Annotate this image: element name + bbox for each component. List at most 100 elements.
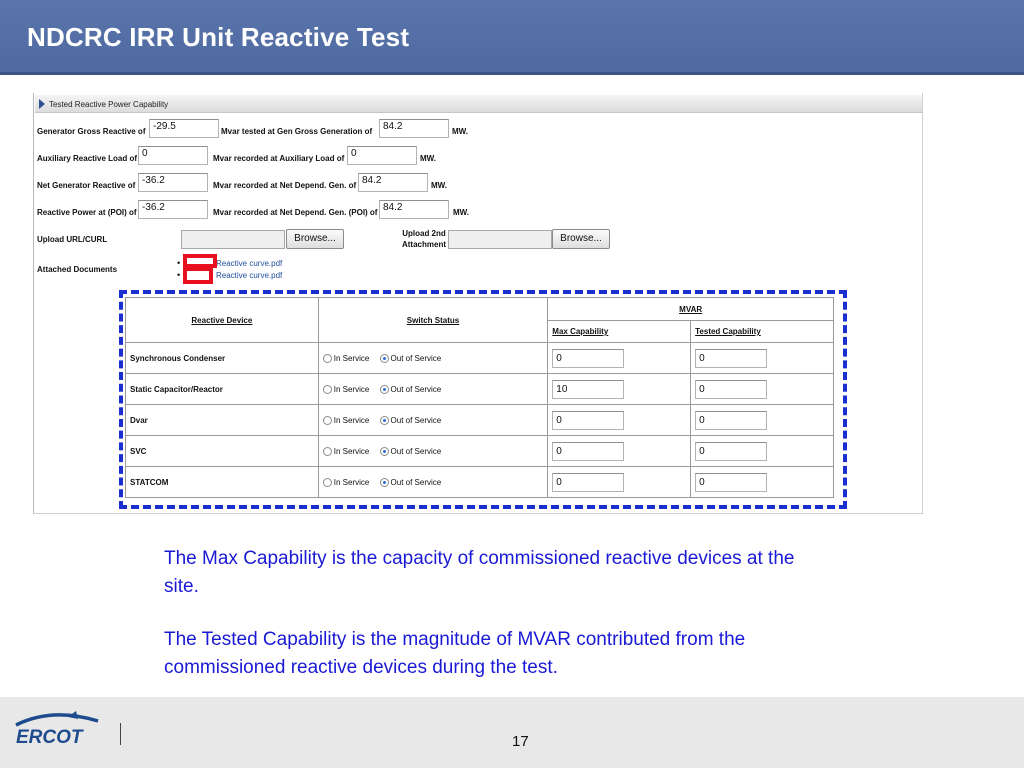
in-service-label: In Service [333, 353, 370, 363]
table-row: Static Capacitor/Reactor In Service Out … [125, 373, 834, 405]
generator-gross-label: Generator Gross Reactive of [37, 127, 146, 136]
upload-file-path-field[interactable] [181, 230, 285, 249]
tested-capability-input[interactable]: 0 [695, 348, 768, 368]
slide-header: NDCRC IRR Unit Reactive Test [0, 0, 1024, 75]
generator-gross-reactive-input[interactable]: -29.5 [149, 119, 219, 138]
table-row: Synchronous Condenser In Service Out of … [125, 342, 834, 374]
mw-unit-label: MW. [431, 181, 447, 190]
ercot-logo-text: ERCOT [16, 727, 84, 748]
in-service-radio[interactable] [322, 353, 332, 363]
net-generator-reactive-input[interactable]: -36.2 [138, 173, 208, 192]
browse-button[interactable]: Browse... [286, 229, 344, 249]
attached-document-link[interactable]: Reactive curve.pdf [216, 259, 282, 268]
slide-title: NDCRC IRR Unit Reactive Test [27, 22, 410, 52]
footer-divider [120, 723, 121, 745]
highlight-callout-box [183, 254, 217, 268]
switch-status-cell: In Service Out of Service [317, 435, 549, 467]
tested-capability-cell: 0 [690, 342, 834, 374]
out-of-service-label: Out of Service [390, 415, 442, 425]
switch-status-cell: In Service Out of Service [317, 373, 549, 405]
browse-2nd-button[interactable]: Browse... [552, 229, 610, 249]
bullet-icon: • [177, 270, 181, 280]
expand-arrow-icon[interactable] [39, 99, 45, 109]
max-capability-input[interactable]: 0 [552, 441, 625, 461]
in-service-radio[interactable] [322, 446, 332, 456]
tested-capability-cell: 0 [690, 435, 834, 467]
form-row-generator-gross: Generator Gross Reactive of -29.5 Mvar t… [34, 119, 922, 141]
device-name: Dvar [125, 404, 319, 436]
attached-documents-label: Attached Documents [37, 265, 118, 274]
tested-capability-input[interactable]: 0 [695, 379, 768, 399]
gen-gross-generation-input[interactable]: 84.2 [379, 119, 449, 138]
auxiliary-reactive-input[interactable]: 0 [138, 146, 208, 165]
form-row-net-generator: Net Generator Reactive of -36.2 Mvar rec… [34, 173, 922, 195]
in-service-label: In Service [333, 384, 370, 394]
explanation-tested-capability: The Tested Capability is the magnitude o… [164, 629, 746, 678]
upload-2nd-file-path-field[interactable] [448, 230, 552, 249]
out-of-service-label: Out of Service [390, 353, 442, 363]
max-capability-input[interactable]: 0 [552, 472, 625, 492]
auxiliary-load-input[interactable]: 0 [347, 146, 417, 165]
reactive-device-header: Reactive Device [125, 297, 319, 343]
page-number: 17 [512, 733, 529, 750]
table-row: SVC In Service Out of Service 0 0 [125, 435, 834, 467]
tested-capability-cell: 0 [690, 466, 834, 498]
auxiliary-reactive-label: Auxiliary Reactive Load of [37, 154, 138, 163]
ercot-logo: ERCOT [15, 711, 99, 748]
out-of-service-label: Out of Service [390, 477, 442, 487]
max-capability-input[interactable]: 0 [552, 410, 625, 430]
section-header[interactable]: Tested Reactive Power Capability [35, 95, 922, 113]
in-service-label: In Service [333, 477, 370, 487]
in-service-radio[interactable] [322, 477, 332, 487]
table-row: STATCOM In Service Out of Service 0 0 [125, 466, 834, 498]
out-of-service-radio[interactable] [379, 477, 389, 487]
tested-capability-input[interactable]: 0 [695, 441, 768, 461]
tested-capability-cell: 0 [690, 404, 834, 436]
device-name: Synchronous Condenser [125, 342, 319, 374]
out-of-service-radio[interactable] [379, 446, 389, 456]
net-depend-gen-label: Mvar recorded at Net Depend. Gen. of [213, 181, 357, 190]
max-capability-cell: 0 [547, 342, 692, 374]
max-capability-cell: 10 [547, 373, 692, 405]
section-title: Tested Reactive Power Capability [49, 100, 169, 109]
max-capability-input[interactable]: 0 [552, 348, 625, 368]
slide-footer: ERCOT 17 [0, 697, 1024, 768]
table-header-row: Reactive Device Switch Status MVAR [125, 297, 834, 343]
out-of-service-radio[interactable] [379, 384, 389, 394]
reactive-device-table: Reactive Device Switch Status MVAR Max C… [125, 297, 834, 498]
net-depend-gen-input[interactable]: 84.2 [358, 173, 428, 192]
max-capability-input[interactable]: 10 [552, 379, 625, 399]
device-name: SVC [125, 435, 319, 467]
net-generator-reactive-label: Net Generator Reactive of [37, 181, 136, 190]
out-of-service-radio[interactable] [379, 353, 389, 363]
gen-gross-generation-label: Mvar tested at Gen Gross Generation of [221, 127, 373, 136]
net-depend-gen-poi-input[interactable]: 84.2 [379, 200, 449, 219]
tested-capability-input[interactable]: 0 [695, 410, 768, 430]
mw-unit-label: MW. [420, 154, 436, 163]
reactive-power-poi-input[interactable]: -36.2 [138, 200, 208, 219]
in-service-radio[interactable] [322, 384, 332, 394]
in-service-label: In Service [333, 446, 370, 456]
form-row-reactive-poi: Reactive Power at (POI) of -36.2 Mvar re… [34, 200, 922, 222]
tested-capability-cell: 0 [690, 373, 834, 405]
form-row-auxiliary: Auxiliary Reactive Load of 0 Mvar record… [34, 146, 922, 168]
out-of-service-radio[interactable] [379, 415, 389, 425]
net-depend-gen-poi-label: Mvar recorded at Net Depend. Gen. (POI) … [213, 208, 378, 217]
form-row-upload: Upload URL/CURL Browse... Upload 2nd Att… [34, 228, 922, 254]
switch-status-cell: In Service Out of Service [317, 342, 549, 374]
bullet-icon: • [177, 258, 181, 268]
table-row: Dvar In Service Out of Service 0 0 [125, 404, 834, 436]
mw-unit-label: MW. [452, 127, 468, 136]
upload-2nd-label-line1: Upload 2nd [402, 229, 446, 238]
max-capability-cell: 0 [547, 466, 692, 498]
tested-capability-input[interactable]: 0 [695, 472, 768, 492]
mw-unit-label: MW. [453, 208, 469, 217]
switch-status-cell: In Service Out of Service [317, 466, 549, 498]
out-of-service-label: Out of Service [390, 446, 442, 456]
attached-document-link[interactable]: Reactive curve.pdf [216, 271, 282, 280]
in-service-radio[interactable] [322, 415, 332, 425]
switch-status-header: Switch Status [317, 297, 549, 343]
auxiliary-load-label: Mvar recorded at Auxiliary Load of [213, 154, 345, 163]
reactive-power-poi-label: Reactive Power at (POI) of [37, 208, 137, 217]
upload-url-label: Upload URL/CURL [37, 235, 108, 244]
